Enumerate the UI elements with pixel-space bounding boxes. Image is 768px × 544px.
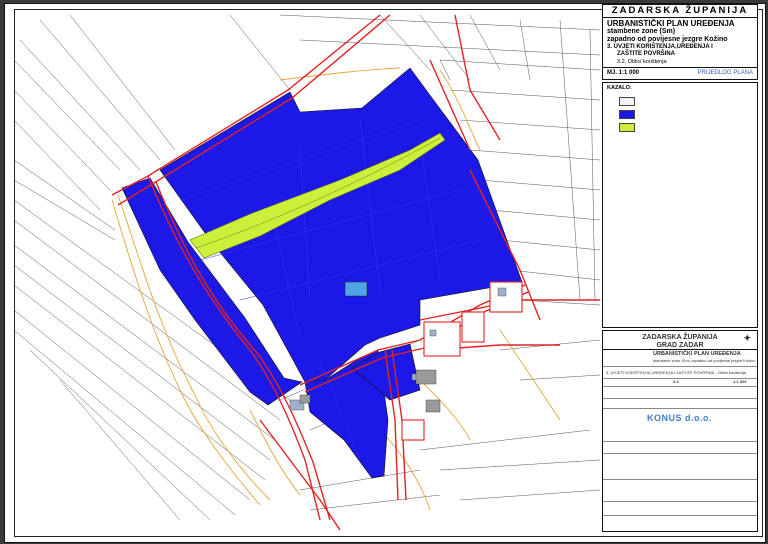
- info-header: ZADARSKA ŽUPANIJA GRAD ZADAR ✦: [603, 331, 757, 350]
- info-row: [603, 427, 757, 442]
- plan-status: PRIJEDLOG PLANA: [697, 70, 753, 76]
- section-title: 3. UVJETI KORIŠTENJA,UREĐENJA I: [607, 44, 713, 50]
- info-block: ZADARSKA ŽUPANIJA GRAD ZADAR ✦ URBANISTI…: [602, 330, 758, 532]
- info-scale: 1:1 000: [733, 379, 747, 384]
- info-map-no: 3.2.: [673, 379, 680, 384]
- plan-title-sub2: zapadno od povijesne jezgre Kožino: [607, 36, 728, 43]
- company-logo: KONUS d.o.o.: [647, 413, 712, 423]
- info-row-plan: URBANISTIČKI PLAN UREĐENJA stambene zone…: [603, 350, 757, 367]
- north-arrow-icon: ✦: [743, 333, 751, 343]
- legend-item: [619, 110, 757, 119]
- residential-zones: [121, 67, 523, 479]
- info-plan-sub: stambene zone (Sm) zapadno od povijesne …: [653, 358, 756, 363]
- map-scale: MJ. 1:1 000: [607, 70, 640, 76]
- water-feature: [344, 281, 368, 297]
- plan-title-sub1: stambene zone (Sm): [607, 28, 676, 35]
- plan-title: URBANISTIČKI PLAN UREĐENJA stambene zone…: [603, 18, 757, 44]
- title-block: ZADARSKA ŽUPANIJA URBANISTIČKI PLAN UREĐ…: [602, 4, 758, 80]
- scale-row: MJ. 1:1 000 PRIJEDLOG PLANA: [603, 67, 757, 79]
- legend-item: [619, 97, 757, 106]
- info-plan-title: URBANISTIČKI PLAN UREĐENJA: [653, 351, 741, 357]
- legend-item: [619, 123, 757, 132]
- legend-title: KAZALO:: [607, 85, 632, 91]
- info-row: [603, 453, 757, 480]
- legend-swatch: [619, 123, 635, 132]
- info-row: [603, 398, 757, 409]
- county-title: ZADARSKA ŽUPANIJA: [603, 5, 757, 18]
- info-row: [603, 479, 757, 502]
- legend-swatch: [619, 97, 635, 106]
- section-title-2: ZAŠTITE POVRŠINA: [617, 51, 676, 57]
- info-county: ZADARSKA ŽUPANIJA: [642, 334, 718, 341]
- legend: KAZALO:: [602, 82, 758, 328]
- subsection-title: 3.2. Oblici korištenja: [617, 59, 667, 65]
- info-section: 3. UVJETI KORIŠTENJA,UREĐENJA I ZAŠTITE …: [606, 370, 747, 375]
- info-row: [603, 501, 757, 516]
- plan-title-main: URBANISTIČKI PLAN UREĐENJA: [607, 19, 735, 28]
- legend-swatch: [619, 110, 635, 119]
- info-city: GRAD ZADAR: [656, 342, 704, 349]
